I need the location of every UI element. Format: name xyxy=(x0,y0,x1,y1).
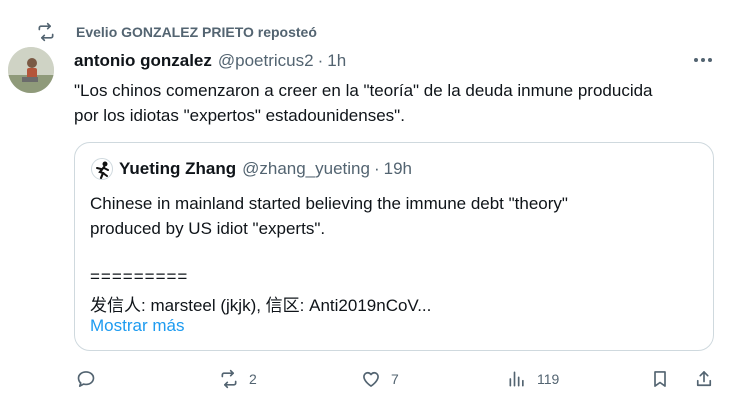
author-handle[interactable]: @poetricus2 xyxy=(218,51,314,71)
like-count: 7 xyxy=(391,371,399,387)
more-icon[interactable] xyxy=(690,50,716,70)
share-button[interactable] xyxy=(694,369,714,389)
quoted-tweet[interactable]: Yueting Zhang @zhang_yueting · 19h Chine… xyxy=(74,142,714,351)
quote-avatar xyxy=(91,158,113,180)
quote-author-handle: @zhang_yueting xyxy=(242,159,370,178)
views-button[interactable]: 119 xyxy=(507,369,559,389)
author-name[interactable]: antonio gonzalez xyxy=(74,51,212,71)
tweet-text: "Los chinos comenzaron a creer en la "te… xyxy=(74,81,653,125)
share-icon xyxy=(696,371,712,387)
like-icon xyxy=(363,371,379,387)
repost-icon xyxy=(38,22,54,42)
quote-divider-line: ========= xyxy=(90,267,189,286)
repost-count: 2 xyxy=(249,371,257,387)
quote-sender-line: 发信人: marsteel (jkjk), 信区: Anti2019nCoV..… xyxy=(90,296,432,315)
avatar-image xyxy=(8,47,54,93)
repost-indicator xyxy=(36,22,56,42)
repost-icon xyxy=(221,369,237,389)
bookmark-icon xyxy=(654,371,666,387)
quote-separator-dot: · xyxy=(373,159,380,178)
quote-header: Yueting Zhang @zhang_yueting · 19h xyxy=(91,158,412,180)
reply-icon xyxy=(77,371,95,387)
quote-text: Chinese in mainland started believing th… xyxy=(90,194,568,238)
bookmark-button[interactable] xyxy=(650,369,670,389)
views-count: 119 xyxy=(537,371,560,387)
action-bar: 2 7 119 xyxy=(74,369,724,395)
repost-label[interactable]: Evelio GONZALEZ PRIETO reposteó xyxy=(76,24,317,40)
views-icon xyxy=(509,371,524,387)
tweet-header: antonio gonzalez @poetricus2 · 1h xyxy=(74,51,346,71)
tweet-time[interactable]: 1h xyxy=(327,51,346,71)
avatar[interactable] xyxy=(8,47,54,93)
quote-avatar-image xyxy=(96,161,109,179)
separator-dot: · xyxy=(317,51,324,70)
reply-button[interactable] xyxy=(76,369,106,389)
like-button[interactable]: 7 xyxy=(361,369,399,389)
quote-author-name: Yueting Zhang xyxy=(119,159,237,178)
show-more-link[interactable]: Mostrar más xyxy=(90,316,184,336)
quote-time: 19h xyxy=(383,159,413,178)
repost-button[interactable]: 2 xyxy=(219,369,257,389)
